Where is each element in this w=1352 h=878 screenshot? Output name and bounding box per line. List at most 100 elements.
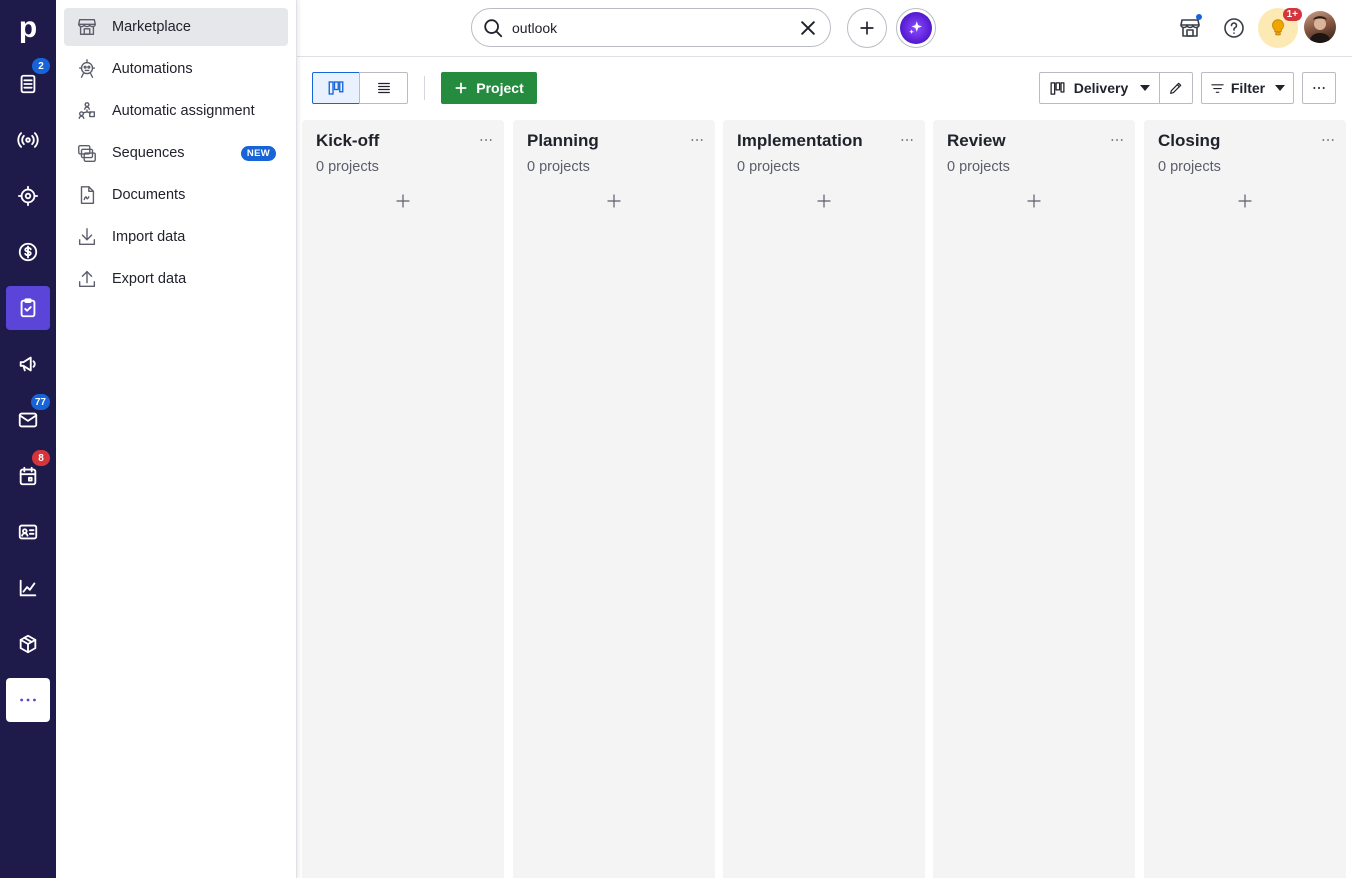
contact-card-icon (18, 524, 38, 540)
stage-options-button[interactable] (1320, 132, 1336, 148)
stage-column-review: Review 0 projects (933, 120, 1135, 878)
add-project-to-stage-button[interactable] (605, 192, 623, 210)
stage-column-implementation: Implementation 0 projects (723, 120, 925, 878)
activities-count-badge: 8 (32, 450, 50, 466)
add-project-to-stage-button[interactable] (1025, 192, 1043, 210)
megaphone-icon (19, 356, 36, 372)
tips-count-badge: 1+ (1282, 8, 1302, 21)
contacts-nav-button[interactable] (6, 510, 50, 554)
stage-options-button[interactable] (899, 132, 915, 148)
help-button[interactable] (1216, 10, 1252, 46)
insights-nav-button[interactable] (6, 566, 50, 610)
export-icon (78, 270, 96, 288)
campaigns-megaphone-nav-button[interactable] (6, 342, 50, 386)
calendar-icon (19, 466, 37, 486)
new-badge: NEW (240, 145, 276, 161)
add-project-to-stage-button[interactable] (815, 192, 833, 210)
marketplace-button[interactable] (1172, 10, 1208, 46)
broadcast-icon (17, 132, 39, 148)
tips-button[interactable]: 1+ (1258, 8, 1302, 48)
more-horizontal-icon (691, 139, 703, 141)
leads-icon (20, 74, 36, 94)
store-icon (78, 18, 96, 36)
menu-item-import-data[interactable]: Import data (64, 218, 288, 256)
ai-assistant-button[interactable] (896, 8, 936, 48)
pencil-icon (1170, 82, 1182, 94)
user-avatar[interactable] (1304, 11, 1336, 43)
menu-item-label: Export data (112, 271, 187, 287)
stage-project-count: 0 projects (1158, 159, 1221, 175)
add-project-to-stage-button[interactable] (394, 192, 412, 210)
more-menu-panel: Marketplace Automations Automatic assign… (56, 0, 297, 878)
filter-button[interactable]: Filter (1201, 72, 1294, 104)
clipboard-check-icon (20, 298, 36, 318)
campaigns-nav-button[interactable] (6, 174, 50, 218)
pipedrive-logo[interactable]: p (6, 6, 50, 50)
stage-column-kick-off: Kick-off 0 projects (302, 120, 504, 878)
menu-item-documents[interactable]: Documents (64, 176, 288, 214)
menu-item-label: Automations (112, 61, 193, 77)
stage-title: Planning (527, 131, 599, 150)
menu-item-label: Automatic assignment (112, 103, 255, 119)
chart-line-icon (19, 579, 37, 597)
more-options-button[interactable] (1302, 72, 1336, 104)
more-nav-button[interactable] (6, 678, 50, 722)
more-horizontal-icon (480, 139, 492, 141)
document-icon (80, 186, 95, 204)
stage-project-count: 0 projects (316, 159, 379, 175)
activities-nav-button[interactable]: 8 (6, 450, 50, 498)
plus-icon (1238, 194, 1252, 208)
stage-column-closing: Closing 0 projects (1144, 120, 1346, 878)
search-input[interactable] (512, 19, 772, 36)
box-icon (19, 634, 37, 654)
products-nav-button[interactable] (6, 622, 50, 666)
more-horizontal-icon (1111, 139, 1123, 141)
more-horizontal-icon (1313, 87, 1325, 89)
edit-pipeline-button[interactable] (1159, 72, 1193, 104)
pipeline-name: Delivery (1073, 80, 1129, 96)
search-icon (484, 18, 503, 37)
help-icon (1224, 18, 1244, 38)
menu-item-label: Marketplace (112, 19, 191, 35)
leads-nav-button[interactable]: 2 (6, 58, 50, 106)
deals-money-nav-button[interactable] (6, 230, 50, 274)
left-nav-rail: p 2 77 8 (0, 0, 56, 878)
stage-options-button[interactable] (1109, 132, 1125, 148)
stage-project-count: 0 projects (947, 159, 1010, 175)
stage-options-button[interactable] (689, 132, 705, 148)
stage-title: Kick-off (316, 131, 380, 150)
menu-item-export-data[interactable]: Export data (64, 260, 288, 298)
robot-icon (78, 59, 96, 78)
stage-project-count: 0 projects (527, 159, 590, 175)
menu-item-automatic-assignment[interactable]: Automatic assignment (64, 92, 288, 130)
plus-icon (1027, 194, 1041, 208)
stage-title: Closing (1158, 131, 1221, 150)
menu-item-automations[interactable]: Automations (64, 50, 288, 88)
add-project-to-stage-button[interactable] (1236, 192, 1254, 210)
stage-options-button[interactable] (478, 132, 494, 148)
pipeline-select[interactable]: Delivery (1039, 72, 1160, 104)
add-project-label: Project (476, 80, 524, 96)
deals-nav-button[interactable] (6, 118, 50, 162)
board-view-toggle[interactable] (312, 72, 360, 104)
plus-icon (817, 194, 831, 208)
projects-nav-button[interactable] (6, 286, 50, 330)
clear-search-icon[interactable] (798, 18, 818, 38)
menu-item-sequences[interactable]: Sequences NEW (64, 134, 288, 172)
stage-title: Implementation (737, 131, 863, 150)
stage-title: Review (947, 131, 1006, 150)
menu-item-label: Sequences (112, 145, 185, 161)
stage-project-count: 0 projects (737, 159, 800, 175)
mail-nav-button[interactable]: 77 (6, 394, 50, 442)
quick-add-button[interactable] (847, 8, 887, 48)
mail-count-badge: 77 (30, 394, 50, 410)
add-project-button[interactable]: Project (441, 72, 537, 104)
stage-column-planning: Planning 0 projects (513, 120, 715, 878)
marketplace-dot (1196, 14, 1202, 20)
more-horizontal-icon (20, 698, 36, 702)
mail-icon (18, 412, 38, 428)
list-view-toggle[interactable] (359, 72, 408, 104)
assignment-icon (78, 102, 96, 120)
top-bar: 1+ (297, 0, 1352, 57)
menu-item-marketplace[interactable]: Marketplace (64, 8, 288, 46)
